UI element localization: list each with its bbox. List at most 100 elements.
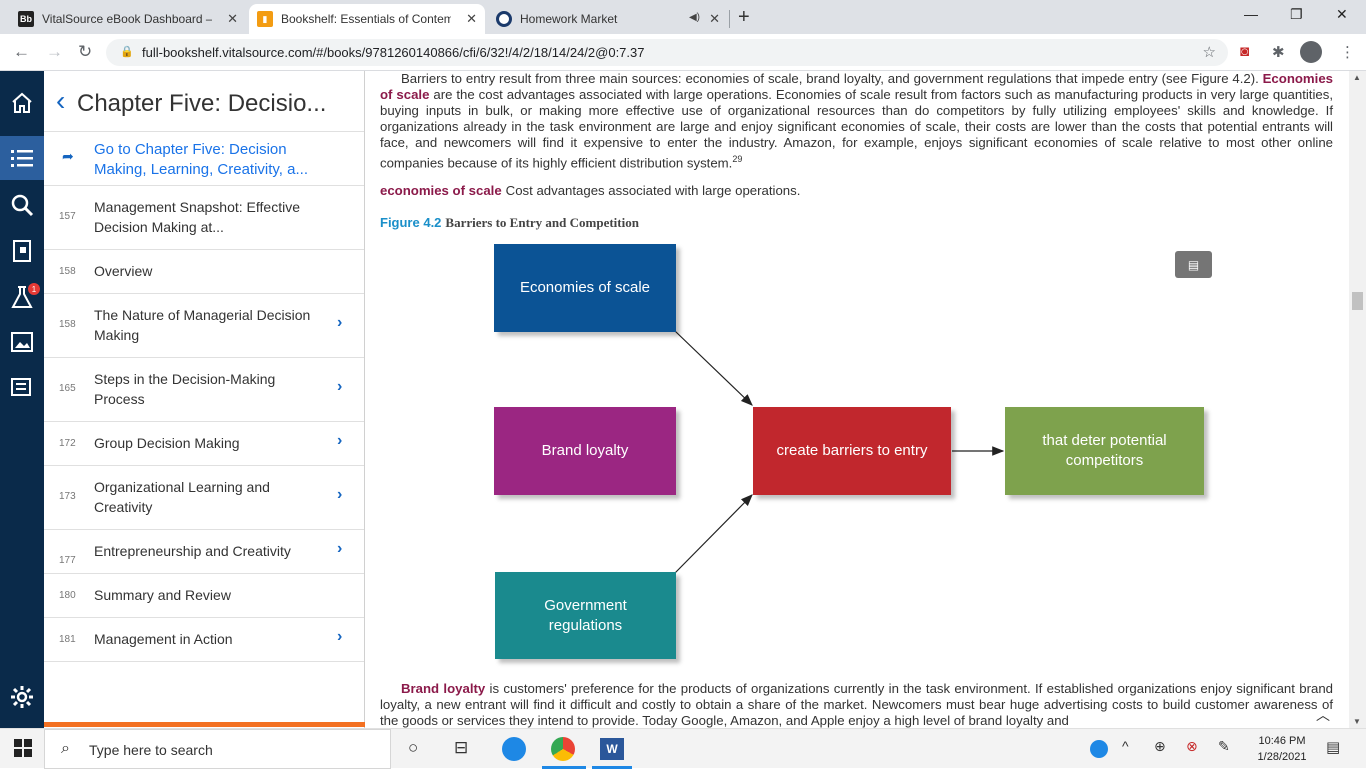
table-of-contents-icon[interactable] xyxy=(0,136,44,180)
toc-item[interactable]: 158 Overview xyxy=(44,250,364,294)
toc-page-number: 157 xyxy=(59,211,76,222)
keyword-brand-loyalty[interactable]: Brand loyalty xyxy=(401,681,485,696)
toc-item-label: The Nature of Managerial Decision Making xyxy=(94,307,311,343)
reload-icon[interactable]: ↻ xyxy=(78,42,92,62)
node-label: Government regulations xyxy=(544,596,627,634)
chrome-icon[interactable] xyxy=(551,737,575,761)
toc-item[interactable]: 177 Entrepreneurship and Creativity › xyxy=(44,530,364,574)
chevron-up-icon[interactable]: ^ xyxy=(1122,738,1129,754)
search-icon: ⌕ xyxy=(61,740,70,757)
toc-item[interactable]: 158 The Nature of Managerial Decision Ma… xyxy=(44,294,364,358)
tab-vitalsource-dashboard[interactable]: Bb VitalSource eBook Dashboard – E ✕ xyxy=(10,4,246,34)
node-create-barriers: create barriers to entry xyxy=(753,407,951,495)
profile-avatar-icon[interactable] xyxy=(1300,41,1322,63)
toc-item[interactable]: 172 Group Decision Making › xyxy=(44,422,364,466)
browser-tab-strip: Bb VitalSource eBook Dashboard – E ✕ ▮ B… xyxy=(0,0,1366,34)
toc-page-number: 173 xyxy=(59,491,76,502)
toc-page-number: 180 xyxy=(59,590,76,601)
notification-badge: 1 xyxy=(28,283,40,295)
scroll-thumb[interactable] xyxy=(1352,292,1363,310)
chevron-right-icon[interactable]: › xyxy=(337,486,342,504)
clock-date: 1/28/2021 xyxy=(1257,751,1307,763)
blackboard-icon: Bb xyxy=(18,11,34,27)
close-tab-icon[interactable]: ✕ xyxy=(709,11,720,27)
tab-separator xyxy=(729,10,730,28)
bookshelf-icon: ▮ xyxy=(257,11,273,27)
toc-page-number: 158 xyxy=(59,266,76,277)
toc-item-label: Steps in the Decision-Making Process xyxy=(94,371,276,407)
toc-item[interactable]: 157 Management Snapshot: Effective Decis… xyxy=(44,186,364,250)
system-clock[interactable]: 10:46 PM 1/28/2021 xyxy=(1247,733,1317,765)
pen-icon[interactable]: ✎ xyxy=(1218,738,1230,755)
toc-item[interactable]: 181 Management in Action › xyxy=(44,618,364,662)
task-view-icon[interactable]: ⊟ xyxy=(454,738,468,758)
arrow-economies-to-barriers xyxy=(674,330,753,406)
scroll-down-icon[interactable]: ▼ xyxy=(1353,717,1361,726)
goto-chapter-link[interactable]: ➦ Go to Chapter Five: Decision Making, L… xyxy=(44,132,364,186)
chevron-right-icon[interactable]: › xyxy=(337,314,342,332)
bookmark-star-icon[interactable]: ☆ xyxy=(1203,43,1216,61)
chevron-right-icon[interactable]: › xyxy=(337,628,342,646)
toc-item-label: Entrepreneurship and Creativity xyxy=(94,543,291,559)
flashcards-icon[interactable] xyxy=(0,239,44,267)
taskbar-search-placeholder: Type here to search xyxy=(89,742,213,758)
action-center-icon[interactable]: ▤ xyxy=(1326,738,1340,756)
address-bar[interactable]: 🔒 full-bookshelf.vitalsource.com/#/books… xyxy=(106,39,1228,66)
toc-item-label: Group Decision Making xyxy=(94,435,240,451)
back-arrow-icon[interactable]: ← xyxy=(13,42,30,62)
flask-icon[interactable]: 1 xyxy=(0,283,44,313)
word-icon[interactable]: W xyxy=(600,738,624,760)
browser-toolbar: ← → ↻ 🔒 full-bookshelf.vitalsource.com/#… xyxy=(0,34,1366,71)
node-label: Brand loyalty xyxy=(541,442,629,459)
chevron-right-icon[interactable]: › xyxy=(337,540,342,558)
chapter-header[interactable]: ‹ Chapter Five: Decisio... xyxy=(44,71,364,132)
toc-page-number: 165 xyxy=(59,383,76,394)
sync-error-icon[interactable]: ⊗ xyxy=(1186,738,1198,755)
tab-homework-market[interactable]: Homework Market ◀) ✕ xyxy=(488,4,728,34)
content-scrollbar[interactable]: ▲ ▼ xyxy=(1349,71,1366,728)
taskbar-search-box[interactable]: ⌕ Type here to search xyxy=(44,729,391,769)
extension-shield-icon[interactable]: ◙ xyxy=(1240,43,1249,60)
edge-icon[interactable] xyxy=(502,737,526,761)
new-tab-icon[interactable]: + xyxy=(738,6,750,29)
chevron-left-icon[interactable]: ‹ xyxy=(56,85,65,117)
goto-arrow-icon: ➦ xyxy=(62,148,74,164)
close-tab-icon[interactable]: ✕ xyxy=(466,11,477,27)
cortana-icon[interactable]: ○ xyxy=(408,738,418,758)
toc-item-label: Organizational Learning and Creativity xyxy=(94,479,270,515)
close-tab-icon[interactable]: ✕ xyxy=(227,11,238,27)
notes-icon[interactable] xyxy=(0,377,44,405)
toc-item[interactable]: 180 Summary and Review xyxy=(44,574,364,618)
reader-content: Barriers to entry result from three main… xyxy=(365,71,1349,728)
search-icon[interactable] xyxy=(0,193,44,221)
chevron-right-icon[interactable]: › xyxy=(337,378,342,396)
network-icon[interactable]: ⊕ xyxy=(1154,738,1166,755)
help-icon[interactable] xyxy=(1090,740,1108,758)
maximize-icon[interactable]: ❐ xyxy=(1290,6,1303,23)
figure-note-icon[interactable]: ▤ xyxy=(1175,251,1212,278)
toc-page-number: 172 xyxy=(59,438,76,449)
audio-playing-icon[interactable]: ◀) xyxy=(689,12,700,23)
clock-time: 10:46 PM xyxy=(1258,735,1306,747)
figures-icon[interactable] xyxy=(0,331,44,359)
toc-page-number: 177 xyxy=(59,555,76,566)
forward-arrow-icon[interactable]: → xyxy=(46,42,63,62)
minimize-icon[interactable]: — xyxy=(1244,6,1258,22)
browser-menu-icon[interactable]: ⋮ xyxy=(1340,43,1355,61)
home-icon[interactable] xyxy=(0,91,44,121)
extensions-puzzle-icon[interactable]: ✱ xyxy=(1272,43,1285,61)
tab-title: VitalSource eBook Dashboard – E xyxy=(42,12,212,26)
toc-page-number: 158 xyxy=(59,319,76,330)
chevron-right-icon[interactable]: › xyxy=(337,432,342,450)
toc-item[interactable]: 173 Organizational Learning and Creativi… xyxy=(44,466,364,530)
back-to-top-icon[interactable]: ︿ xyxy=(1316,705,1330,725)
lock-icon: 🔒 xyxy=(120,46,134,58)
tab-bookshelf[interactable]: ▮ Bookshelf: Essentials of Contemp ✕ xyxy=(249,4,485,34)
windows-start-icon[interactable] xyxy=(14,739,32,762)
scroll-up-icon[interactable]: ▲ xyxy=(1353,73,1361,82)
toc-page-number: 181 xyxy=(59,634,76,645)
toc-item[interactable]: 165 Steps in the Decision-Making Process… xyxy=(44,358,364,422)
settings-gear-icon[interactable] xyxy=(0,685,44,713)
close-window-icon[interactable]: ✕ xyxy=(1336,6,1348,23)
reader-icon-rail: 1 xyxy=(0,71,44,728)
